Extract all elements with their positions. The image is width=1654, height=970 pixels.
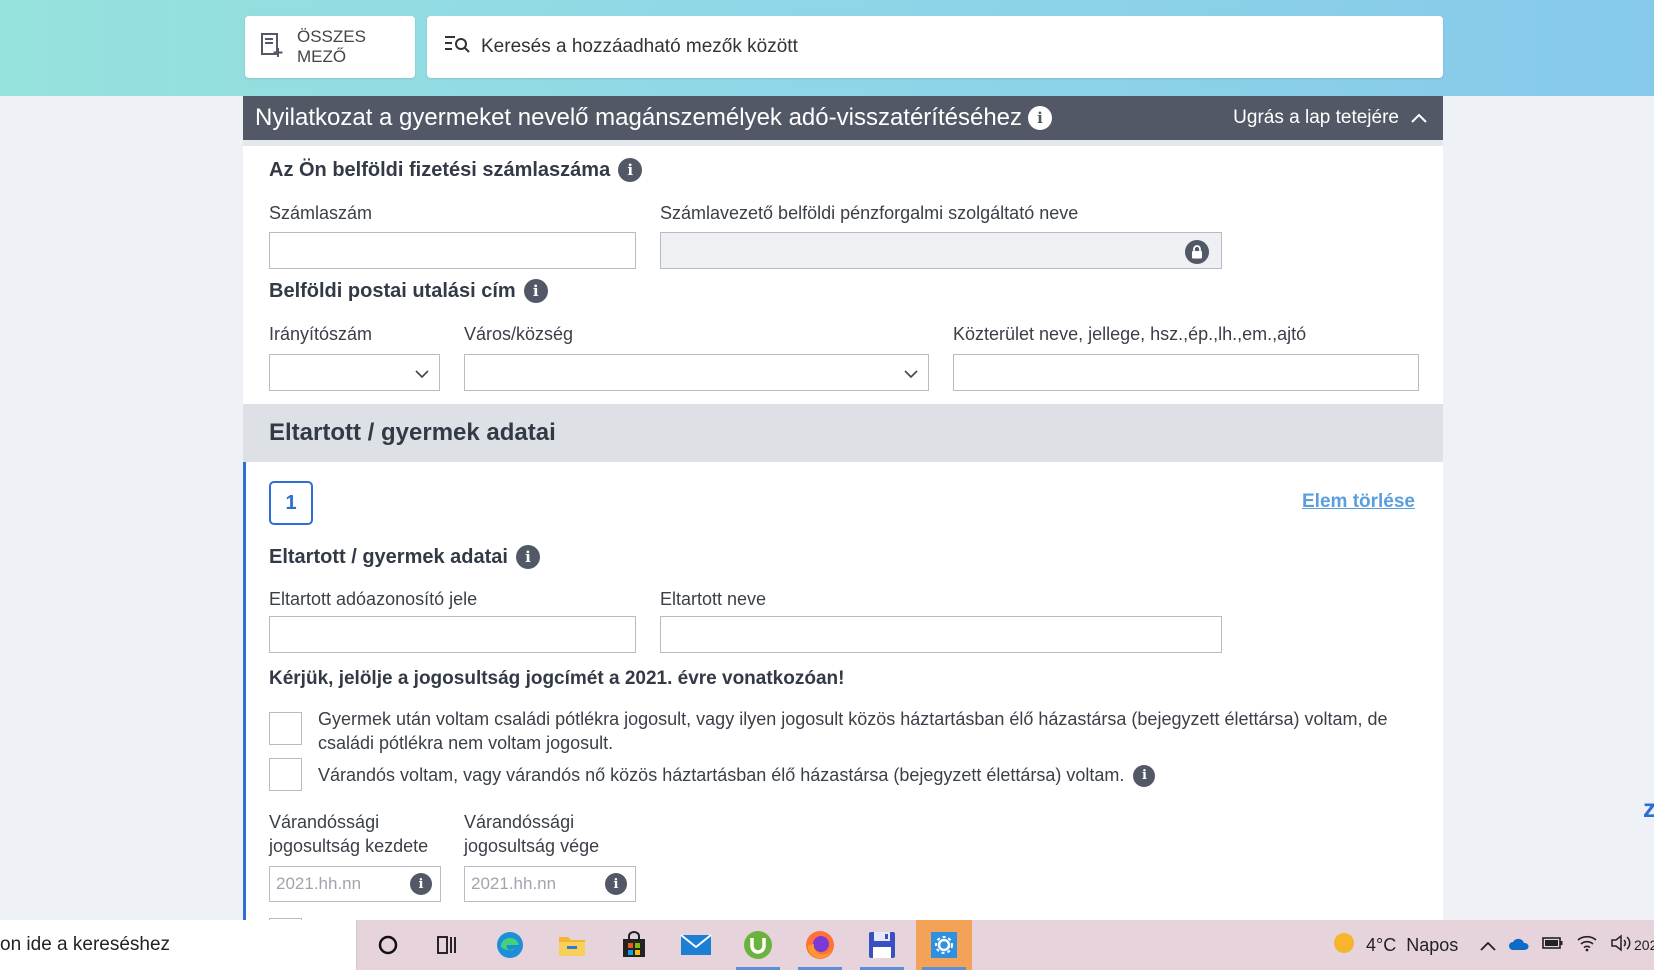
top-search-band: ÖSSZES MEZŐ Keresés a hozzáadható mezők … — [0, 0, 1654, 96]
dependents-band-title: Eltartott / gyermek adatai — [269, 419, 556, 446]
bank-account-heading-text: Az Ön belföldi fizetési számlaszáma — [269, 158, 611, 181]
provider-name-label: Számlavezető belföldi pénzforgalmi szolg… — [660, 203, 1079, 223]
bank-account-heading: Az Ön belföldi fizetési számlaszáma i — [269, 158, 643, 182]
date-info-icon[interactable]: i — [605, 873, 627, 895]
field-search-input[interactable]: Keresés a hozzáadható mezők között — [427, 16, 1443, 78]
family-allowance-text: Gyermek után voltam családi pótlékra jog… — [318, 709, 1388, 753]
windows-taskbar: on ide a kereséshez 4°C Napos 202 — [0, 920, 1654, 970]
mail-icon[interactable] — [668, 920, 724, 970]
postal-address-heading: Belföldi postai utalási cím i — [269, 279, 548, 303]
form-panel: Nyilatkozat a gyermeket nevelő magánszem… — [243, 96, 1443, 920]
task-view-icon[interactable] — [420, 920, 476, 970]
pregnancy-checkbox[interactable] — [269, 758, 302, 791]
dependent-tax-id-input[interactable] — [269, 616, 636, 653]
wifi-icon[interactable] — [1576, 934, 1598, 957]
utorrent-icon[interactable] — [730, 920, 786, 970]
bank-info-icon[interactable]: i — [618, 158, 643, 182]
system-tray — [1480, 920, 1632, 970]
save-disk-app-icon[interactable] — [854, 920, 910, 970]
dependent-info-icon[interactable]: i — [515, 545, 540, 569]
postal-info-icon[interactable]: i — [523, 279, 548, 303]
dependent-name-label: Eltartott neve — [660, 589, 767, 609]
dependents-band: Eltartott / gyermek adatai — [243, 404, 1443, 462]
battery-icon[interactable] — [1542, 935, 1564, 956]
jump-to-top-label: Ugrás a lap tetejére — [1233, 107, 1399, 128]
search-list-icon — [443, 32, 471, 62]
pregnancy-end-date-input[interactable]: 2021.hh.nn i — [464, 866, 636, 902]
family-allowance-checkbox[interactable] — [269, 712, 302, 745]
file-explorer-icon[interactable] — [544, 920, 600, 970]
chevron-down-icon — [415, 366, 429, 384]
account-number-label: Számlaszám — [269, 203, 373, 223]
item-number-badge: 1 — [269, 481, 313, 525]
taskbar-search-box[interactable]: on ide a kereséshez — [0, 920, 357, 970]
street-input[interactable] — [953, 354, 1419, 391]
pregnancy-start-label: Várandóssági jogosultság kezdete — [269, 812, 429, 856]
lock-icon — [1185, 240, 1209, 264]
dependent-data-heading: Eltartott / gyermek adatai i — [269, 545, 540, 569]
all-fields-button[interactable]: ÖSSZES MEZŐ — [245, 16, 415, 78]
street-label: Közterület neve, jellege, hsz.,ép.,lh.,e… — [953, 324, 1307, 344]
onedrive-icon[interactable] — [1508, 935, 1530, 956]
weather-widget[interactable]: 4°C Napos — [1332, 920, 1458, 970]
pregnancy-text-row: Várandós voltam, vagy várandós nő közös … — [318, 763, 1156, 788]
section-info-icon[interactable]: i — [1028, 106, 1053, 130]
dependent-heading-text: Eltartott / gyermek adatai — [269, 545, 508, 568]
sun-icon — [1332, 931, 1356, 960]
jump-to-top-link[interactable]: Ugrás a lap tetejére — [1233, 96, 1427, 140]
section-divider — [243, 140, 1443, 146]
zip-select[interactable] — [269, 354, 440, 391]
postal-heading-text: Belföldi postai utalási cím — [269, 279, 516, 302]
provider-name-input — [660, 232, 1222, 269]
clock[interactable]: 202 — [1634, 920, 1654, 970]
pregnancy-start-date-input[interactable]: 2021.hh.nn i — [269, 866, 441, 902]
section-header: Nyilatkozat a gyermeket nevelő magánszem… — [243, 96, 1443, 140]
dependent-tax-id-label: Eltartott adóazonosító jele — [269, 589, 478, 609]
add-field-icon — [259, 32, 285, 63]
zip-label: Irányítószám — [269, 324, 373, 344]
settings-app-icon[interactable] — [916, 920, 972, 970]
cortana-icon[interactable] — [360, 920, 416, 970]
city-label: Város/község — [464, 324, 574, 344]
chevron-up-icon — [1411, 107, 1427, 129]
taskbar-search-text: on ide a kereséshez — [0, 934, 171, 955]
pregnancy-end-label: Várandóssági jogosultság vége — [464, 812, 600, 856]
item-accent-line — [243, 462, 246, 920]
edge-icon[interactable] — [482, 920, 538, 970]
store-icon[interactable] — [606, 920, 662, 970]
all-fields-label: ÖSSZES MEZŐ — [297, 27, 366, 66]
section-title: Nyilatkozat a gyermeket nevelő magánszem… — [255, 104, 1023, 131]
volume-icon[interactable] — [1610, 933, 1632, 957]
city-select[interactable] — [464, 354, 929, 391]
entitlement-heading: Kérjük, jelölje a jogosultság jogcímét a… — [269, 668, 845, 689]
date-info-icon[interactable]: i — [410, 873, 432, 895]
dependent-name-input[interactable] — [660, 616, 1222, 653]
chevron-down-icon — [904, 366, 918, 384]
pregnancy-end-placeholder: 2021.hh.nn — [471, 874, 557, 893]
delete-item-link[interactable]: Elem törlése — [1302, 491, 1415, 513]
floating-help-icon[interactable]: z — [1643, 793, 1654, 819]
account-number-input[interactable] — [269, 232, 636, 269]
weather-text: Napos — [1406, 934, 1459, 955]
pregnancy-start-placeholder: 2021.hh.nn — [276, 874, 362, 893]
chevron-up-icon[interactable] — [1480, 935, 1496, 956]
pregnancy-info-icon[interactable]: i — [1133, 765, 1156, 788]
firefox-icon[interactable] — [792, 920, 848, 970]
weather-temp: 4°C — [1366, 934, 1397, 955]
pregnancy-text: Várandós voltam, vagy várandós nő közös … — [318, 765, 1125, 785]
search-placeholder: Keresés a hozzáadható mezők között — [481, 36, 798, 57]
